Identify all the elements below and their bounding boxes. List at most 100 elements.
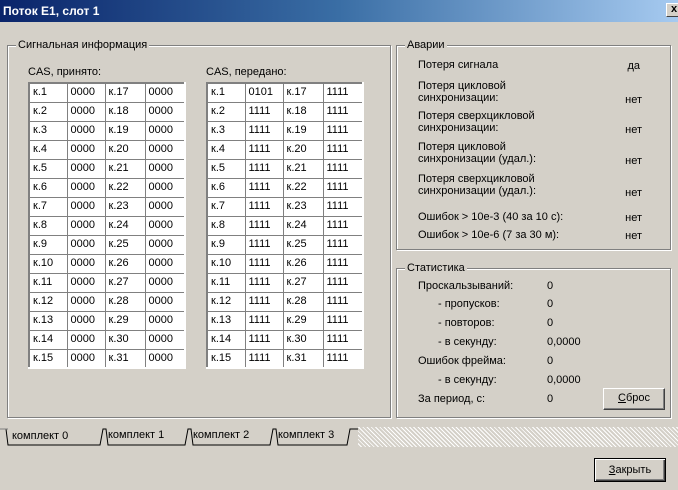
stat-value: 0 xyxy=(547,355,554,367)
alarm-row: Потеря сигнала да xyxy=(418,59,660,72)
cas-transmitted-cell: 0101 xyxy=(244,82,284,103)
cas-received-cell: 0000 xyxy=(144,234,186,255)
cas-received-cell: к.22 xyxy=(104,177,146,198)
tab-komplekt-2[interactable]: комплект 2 xyxy=(189,427,253,444)
cas-transmitted-cell: к.19 xyxy=(282,120,324,141)
cas-received-cell: к.15 xyxy=(28,348,68,369)
cas-transmitted-cell: к.23 xyxy=(282,196,324,217)
cas-received-cell: 0000 xyxy=(66,177,106,198)
cas-received-row: к.7 0000 к.23 0000 xyxy=(28,196,186,217)
cas-received-cell: 0000 xyxy=(144,196,186,217)
tab-komplekt-1[interactable]: комплект 1 xyxy=(104,427,168,444)
reset-button[interactable]: Сброс xyxy=(603,388,665,410)
cas-transmitted-cell: к.1 xyxy=(206,82,246,103)
close-icon[interactable]: x xyxy=(666,3,678,17)
stat-label: Проскальзываний: xyxy=(418,280,514,292)
cas-received-table[interactable]: к.1 0000 к.17 0000 к.2 0000 к.18 0000 к.3 0000 к.1… xyxy=(28,82,186,369)
cas-received-row: к.11 0000 к.27 0000 xyxy=(28,272,186,293)
cas-received-cell: к.29 xyxy=(104,310,146,331)
cas-received-cell: 0000 xyxy=(66,158,106,179)
cas-received-cell: к.8 xyxy=(28,215,68,236)
stat-label: - повторов: xyxy=(438,317,495,329)
cas-transmitted-row: к.9 1111 к.25 1111 xyxy=(206,234,364,255)
alarm-value: нет xyxy=(625,94,642,106)
cas-transmitted-cell: 1111 xyxy=(244,253,284,274)
alarm-row: Потеря цикловой синхронизации (удал.): не… xyxy=(418,141,660,167)
cas-transmitted-cell: 1111 xyxy=(244,329,284,350)
cas-received-cell: к.11 xyxy=(28,272,68,293)
alarm-label: Потеря цикловой синхронизации: xyxy=(418,80,506,104)
alarm-value: да xyxy=(627,60,640,72)
cas-received-row: к.3 0000 к.19 0000 xyxy=(28,120,186,141)
cas-received-cell: 0000 xyxy=(144,101,186,122)
tab-strip: комплект 0 комплект 1 комплект 2 комплек… xyxy=(0,427,678,449)
cas-received-cell: 0000 xyxy=(144,291,186,312)
alarm-row: Ошибок > 10e-6 (7 за 30 м): нет xyxy=(418,229,660,242)
cas-transmitted-row: к.12 1111 к.28 1111 xyxy=(206,291,364,312)
stat-label: - в секунду: xyxy=(438,374,497,386)
alarm-value: нет xyxy=(625,155,642,167)
cas-received-cell: 0000 xyxy=(66,348,106,369)
cas-transmitted-table[interactable]: к.1 0101 к.17 1111 к.2 1111 к.18 1111 к.3 1111 к.1… xyxy=(206,82,364,369)
cas-received-cell: 0000 xyxy=(144,82,186,103)
close-button[interactable]: Закрыть xyxy=(594,458,666,482)
stat-value: 0,0000 xyxy=(547,336,581,348)
alarm-label: Потеря цикловой синхронизации (удал.): xyxy=(418,141,537,165)
cas-transmitted-cell: 1111 xyxy=(322,291,364,312)
cas-transmitted-cell: к.22 xyxy=(282,177,324,198)
cas-received-cell: 0000 xyxy=(144,158,186,179)
cas-transmitted-row: к.7 1111 к.23 1111 xyxy=(206,196,364,217)
alarm-row: Потеря сверхцикловой синхронизации (удал… xyxy=(418,173,660,199)
cas-transmitted-cell: к.21 xyxy=(282,158,324,179)
alarm-label: Потеря сверхцикловой синхронизации (удал… xyxy=(418,173,537,197)
alarm-row: Потеря сверхцикловой синхронизации: нет xyxy=(418,110,660,136)
cas-transmitted-cell: к.15 xyxy=(206,348,246,369)
cas-received-cell: 0000 xyxy=(144,310,186,331)
cas-received-cell: 0000 xyxy=(66,234,106,255)
cas-transmitted-row: к.5 1111 к.21 1111 xyxy=(206,158,364,179)
tab-komplekt-0[interactable]: комплект 0 xyxy=(8,428,72,445)
cas-transmitted-cell: к.6 xyxy=(206,177,246,198)
alarm-label: Потеря сверхцикловой синхронизации: xyxy=(418,110,535,134)
cas-transmitted-cell: к.24 xyxy=(282,215,324,236)
cas-received-cell: к.23 xyxy=(104,196,146,217)
cas-transmitted-row: к.10 1111 к.26 1111 xyxy=(206,253,364,274)
cas-transmitted-cell: 1111 xyxy=(322,120,364,141)
stat-value: 0 xyxy=(547,393,554,405)
cas-transmitted-row: к.13 1111 к.29 1111 xyxy=(206,310,364,331)
cas-received-cell: к.28 xyxy=(104,291,146,312)
cas-received-cell: к.24 xyxy=(104,215,146,236)
alarm-value: нет xyxy=(625,212,642,224)
alarm-label: Ошибок > 10e-3 (40 за 10 с): xyxy=(418,211,564,223)
cas-transmitted-cell: 1111 xyxy=(322,158,364,179)
cas-transmitted-cell: 1111 xyxy=(322,215,364,236)
cas-transmitted-cell: 1111 xyxy=(244,158,284,179)
cas-transmitted-cell: к.8 xyxy=(206,215,246,236)
cas-transmitted-cell: 1111 xyxy=(244,139,284,160)
cas-received-cell: к.20 xyxy=(104,139,146,160)
stat-label: - пропусков: xyxy=(438,298,500,310)
close-button-label: акрыть xyxy=(615,464,652,476)
alarm-row: Потеря цикловой синхронизации: нет xyxy=(418,80,660,106)
cas-received-cell: 0000 xyxy=(66,101,106,122)
cas-transmitted-cell: к.7 xyxy=(206,196,246,217)
cas-transmitted-cell: к.25 xyxy=(282,234,324,255)
cas-received-cell: к.12 xyxy=(28,291,68,312)
cas-received-cell: 0000 xyxy=(66,120,106,141)
cas-transmitted-cell: 1111 xyxy=(244,177,284,198)
tab-komplekt-3[interactable]: комплект 3 xyxy=(274,427,338,444)
cas-transmitted-cell: 1111 xyxy=(244,101,284,122)
cas-received-cell: 0000 xyxy=(144,348,186,369)
cas-received-cell: 0000 xyxy=(66,253,106,274)
cas-received-cell: к.14 xyxy=(28,329,68,350)
cas-received-cell: к.21 xyxy=(104,158,146,179)
cas-transmitted-cell: 1111 xyxy=(244,215,284,236)
cas-received-cell: к.4 xyxy=(28,139,68,160)
cas-received-cell: к.30 xyxy=(104,329,146,350)
alarm-value: нет xyxy=(625,124,642,136)
cas-received-cell: 0000 xyxy=(144,177,186,198)
cas-transmitted-cell: 1111 xyxy=(244,310,284,331)
stat-label: Ошибок фрейма: xyxy=(418,355,506,367)
cas-received-cell: к.27 xyxy=(104,272,146,293)
cas-transmitted-label: CAS, передано: xyxy=(206,66,287,78)
